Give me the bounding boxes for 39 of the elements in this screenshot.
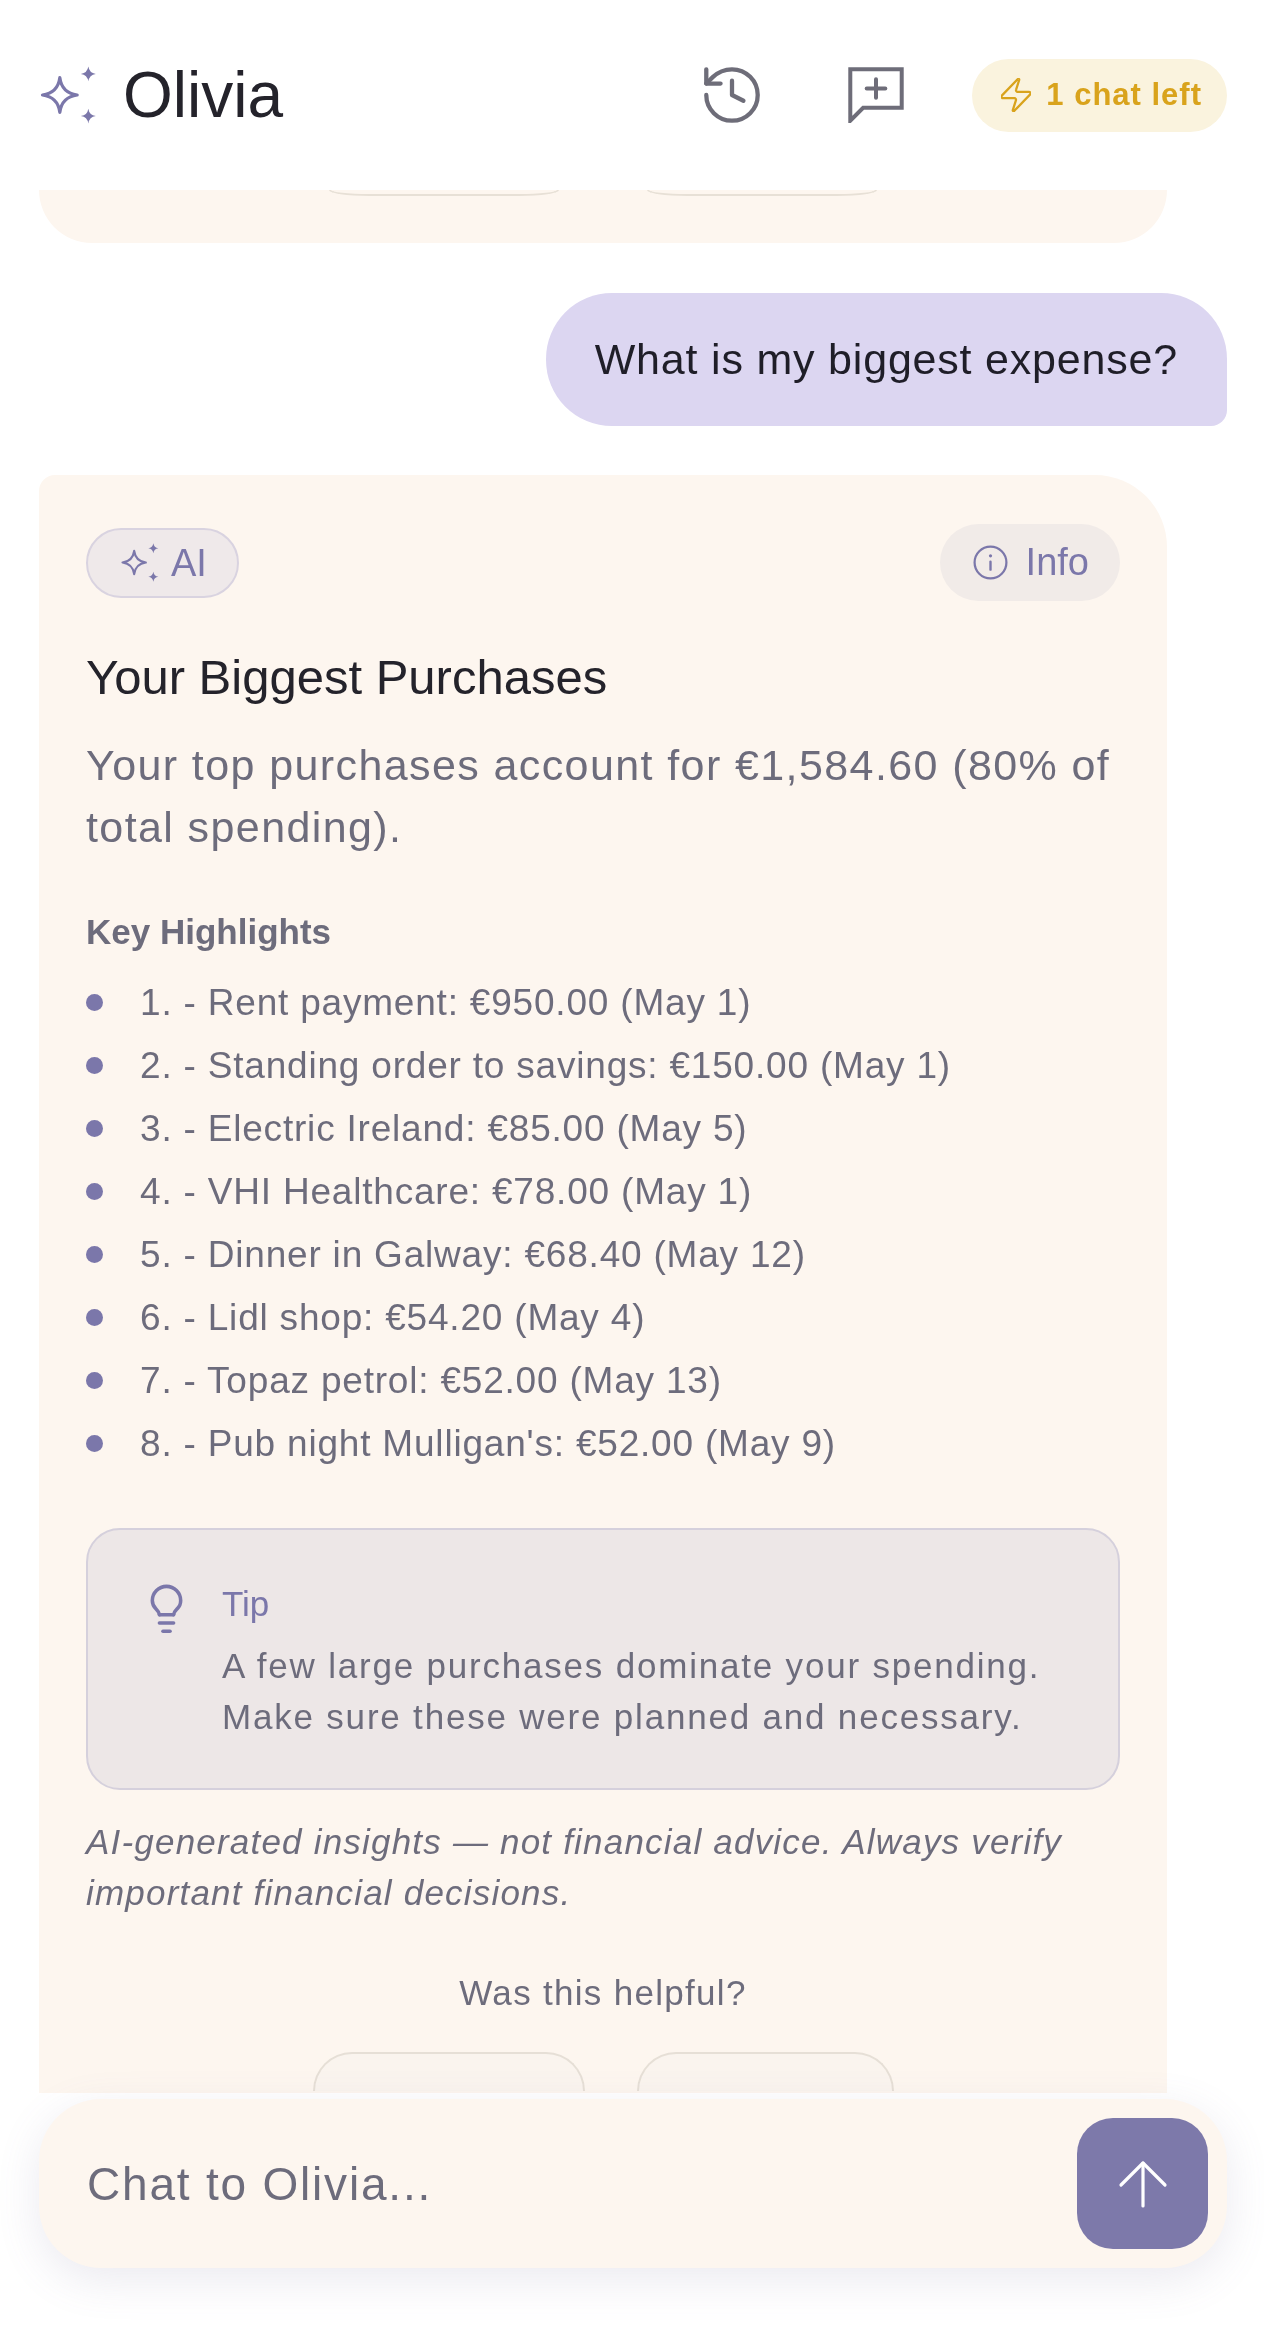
lightbulb-icon <box>148 1584 185 1636</box>
tip-text: A few large purchases dominate your spending. Make sure these were planned and necessary. <box>222 1645 1042 1738</box>
highlight-text: 8. - Pub night Mulligan's: €52.00 (May 9) <box>140 1421 836 1466</box>
chats-left-label: 1 chat left <box>1046 77 1202 113</box>
highlight-text: 4. - VHI Healthcare: €78.00 (May 1) <box>140 1169 753 1214</box>
chat-input-field[interactable]: Chat to Olivia... <box>39 2099 1227 2268</box>
lightning-icon <box>1001 78 1032 112</box>
info-icon <box>972 545 1008 580</box>
bullet-icon <box>86 1435 103 1452</box>
send-button[interactable] <box>1077 2118 1208 2249</box>
reply-title: Your Biggest Purchases <box>86 649 609 705</box>
disclaimer-text: AI-generated insights — not financial advice. Always verify important financial decisions. <box>86 1821 1064 1914</box>
section-heading: Key Highlights <box>86 911 333 953</box>
feedback-button[interactable] <box>647 190 877 196</box>
bullet-icon <box>86 1246 103 1263</box>
highlight-text: 6. - Lidl shop: €54.20 (May 4) <box>140 1295 646 1340</box>
bullet-icon <box>86 1183 103 1200</box>
highlight-text: 3. - Electric Ireland: €85.00 (May 5) <box>140 1106 748 1151</box>
bullet-icon <box>86 1372 103 1389</box>
sparkle-icon <box>40 66 97 124</box>
highlight-text: 1. - Rent payment: €950.00 (May 1) <box>140 980 752 1025</box>
app-title: Olivia <box>123 58 284 132</box>
feedback-button[interactable] <box>329 190 559 196</box>
bullet-icon <box>86 1057 103 1074</box>
highlight-text: 2. - Standing order to savings: €150.00 (May 1) <box>140 1043 951 1088</box>
sparkle-icon <box>121 543 159 582</box>
ai-label: AI <box>171 540 207 585</box>
history-icon <box>704 67 761 123</box>
highlight-text: 7. - Topaz petrol: €52.00 (May 13) <box>140 1358 722 1403</box>
bullet-icon <box>86 1120 103 1137</box>
reply-summary: Your top purchases account for €1,584.60 (80% of total spending). <box>86 740 1112 853</box>
info-button[interactable]: Info <box>939 524 1120 601</box>
tip-title: Tip <box>222 1583 271 1625</box>
highlight-text: 5. - Dinner in Galway: €68.40 (May 12) <box>140 1232 806 1277</box>
feedback-prompt: Was this helpful? <box>458 1972 748 2014</box>
user-message: What is my biggest expense? <box>545 293 1227 426</box>
bullet-icon <box>86 1309 103 1326</box>
chat-plus-icon <box>848 67 905 123</box>
bullet-icon <box>86 994 103 1011</box>
